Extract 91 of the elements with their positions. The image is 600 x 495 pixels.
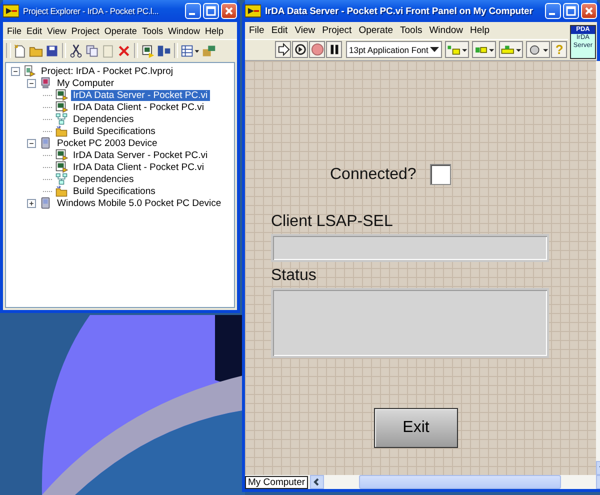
vi-properties-icon[interactable] <box>141 44 155 58</box>
menu-item[interactable]: View <box>47 26 66 36</box>
menu-item[interactable]: Edit <box>271 25 288 36</box>
tree-item[interactable]: Pocket PC 2003 Device <box>55 138 160 148</box>
tree-item[interactable]: IrDA Data Server - Pocket PC.vi <box>71 90 210 100</box>
stop-circle-icon <box>310 43 324 56</box>
copy-icon[interactable] <box>85 44 99 58</box>
maximize-icon <box>206 6 216 16</box>
control-label: Client LSAP-SEL <box>271 213 394 231</box>
maximize-button[interactable] <box>563 3 579 19</box>
menu-item[interactable]: Help <box>204 26 224 36</box>
resize-objects-icon <box>500 44 522 56</box>
reorder-icon <box>527 44 550 56</box>
menu-item[interactable]: Tools <box>400 25 422 36</box>
window-title: IrDA Data Server - Pocket PC.vi Front Panel on My Computer <box>265 6 534 16</box>
build-folder-icon <box>55 125 68 137</box>
dependencies-icon <box>55 113 68 125</box>
font-dropdown[interactable]: 13pt Application Font <box>346 41 442 58</box>
resize-dropdown-button[interactable] <box>499 41 524 58</box>
menu-item[interactable]: Window <box>429 25 463 36</box>
new-file-icon[interactable] <box>13 44 27 58</box>
control-label: Connected? <box>330 166 416 184</box>
build-folder-icon <box>55 185 68 197</box>
scroll-left-button[interactable] <box>310 475 324 489</box>
tree-item[interactable]: Dependencies <box>71 114 136 124</box>
close-button[interactable] <box>221 3 237 19</box>
horizontal-scrollbar[interactable] <box>310 475 600 489</box>
vi-file-icon <box>55 149 68 161</box>
menu-item[interactable]: Tools <box>142 26 163 36</box>
collapse-toggle[interactable] <box>27 138 36 148</box>
minimize-button[interactable] <box>185 3 201 19</box>
vi-file-icon <box>55 101 68 113</box>
window-title: Project Explorer - IrDA - Pocket PC.l... <box>23 6 160 16</box>
tree-item[interactable]: IrDA Data Client - Pocket PC.vi <box>71 162 206 172</box>
distribute-dropdown-button[interactable] <box>472 41 496 58</box>
vi-file-icon <box>55 89 68 101</box>
project-icon <box>23 65 36 77</box>
minimize-icon <box>189 13 195 15</box>
close-button[interactable] <box>581 3 597 19</box>
tree-item[interactable]: IrDA Data Server - Pocket PC.vi <box>71 150 210 160</box>
run-continuously-button[interactable] <box>292 41 308 58</box>
tree-item[interactable]: Windows Mobile 5.0 Pocket PC Device <box>55 198 224 208</box>
exit-button[interactable]: Exit <box>374 408 458 448</box>
menu-item[interactable]: File <box>7 26 22 36</box>
cut-icon[interactable] <box>69 44 83 58</box>
tree-item[interactable]: IrDA Data Client - Pocket PC.vi <box>71 102 206 112</box>
menu-item[interactable]: File <box>249 25 264 36</box>
maximize-icon <box>566 6 576 16</box>
arrow-icon <box>276 43 290 56</box>
minimize-icon <box>549 13 555 15</box>
menu-item[interactable]: Edit <box>26 26 42 36</box>
expand-toggle[interactable] <box>27 198 36 208</box>
tree-item[interactable]: Build Specifications <box>71 126 158 136</box>
tree-item[interactable]: Project: IrDA - Pocket PC.lvproj <box>39 66 175 76</box>
close-icon <box>584 6 594 16</box>
collapse-toggle[interactable] <box>27 78 36 88</box>
minimize-button[interactable] <box>545 3 561 19</box>
handheld-device-icon <box>39 197 52 209</box>
control-label: Status <box>271 267 318 285</box>
scroll-thumb[interactable] <box>359 475 562 489</box>
align-objects-icon <box>446 44 468 56</box>
close-icon <box>224 6 234 16</box>
menu-item[interactable]: View <box>294 25 316 36</box>
menu-item[interactable]: Operate <box>104 26 137 36</box>
collapse-toggle[interactable] <box>11 66 20 76</box>
labview-app-icon <box>245 4 261 18</box>
context-label: My Computer <box>245 476 308 488</box>
run-arrow-button[interactable] <box>275 41 291 58</box>
menu-item[interactable]: Help <box>470 25 490 36</box>
dependencies-icon <box>55 173 68 185</box>
computer-icon <box>39 77 52 89</box>
grid-dropdown-icon[interactable] <box>181 44 200 58</box>
tree-item[interactable]: Build Specifications <box>71 186 158 196</box>
reorder-dropdown-button[interactable] <box>526 41 550 58</box>
delete-icon[interactable] <box>117 44 131 58</box>
plus-icon <box>28 200 35 206</box>
tree-item[interactable]: Dependencies <box>71 174 136 184</box>
menu-item[interactable]: Window <box>168 26 200 36</box>
pause-button[interactable] <box>326 41 342 58</box>
align-dropdown-button[interactable] <box>445 41 470 58</box>
menu-item[interactable]: Operate <box>358 25 394 36</box>
menu-item[interactable]: Project <box>322 25 352 36</box>
vi-file-icon <box>55 161 68 173</box>
labview-app-icon <box>3 4 19 18</box>
abort-button[interactable] <box>309 41 325 58</box>
menu-item[interactable]: Project <box>71 26 100 36</box>
dropdown-caret-icon <box>430 47 440 52</box>
maximize-button[interactable] <box>203 3 219 19</box>
save-icon[interactable] <box>45 44 59 58</box>
tree-item[interactable]: My Computer <box>55 78 116 88</box>
handheld-device-icon <box>39 137 52 149</box>
